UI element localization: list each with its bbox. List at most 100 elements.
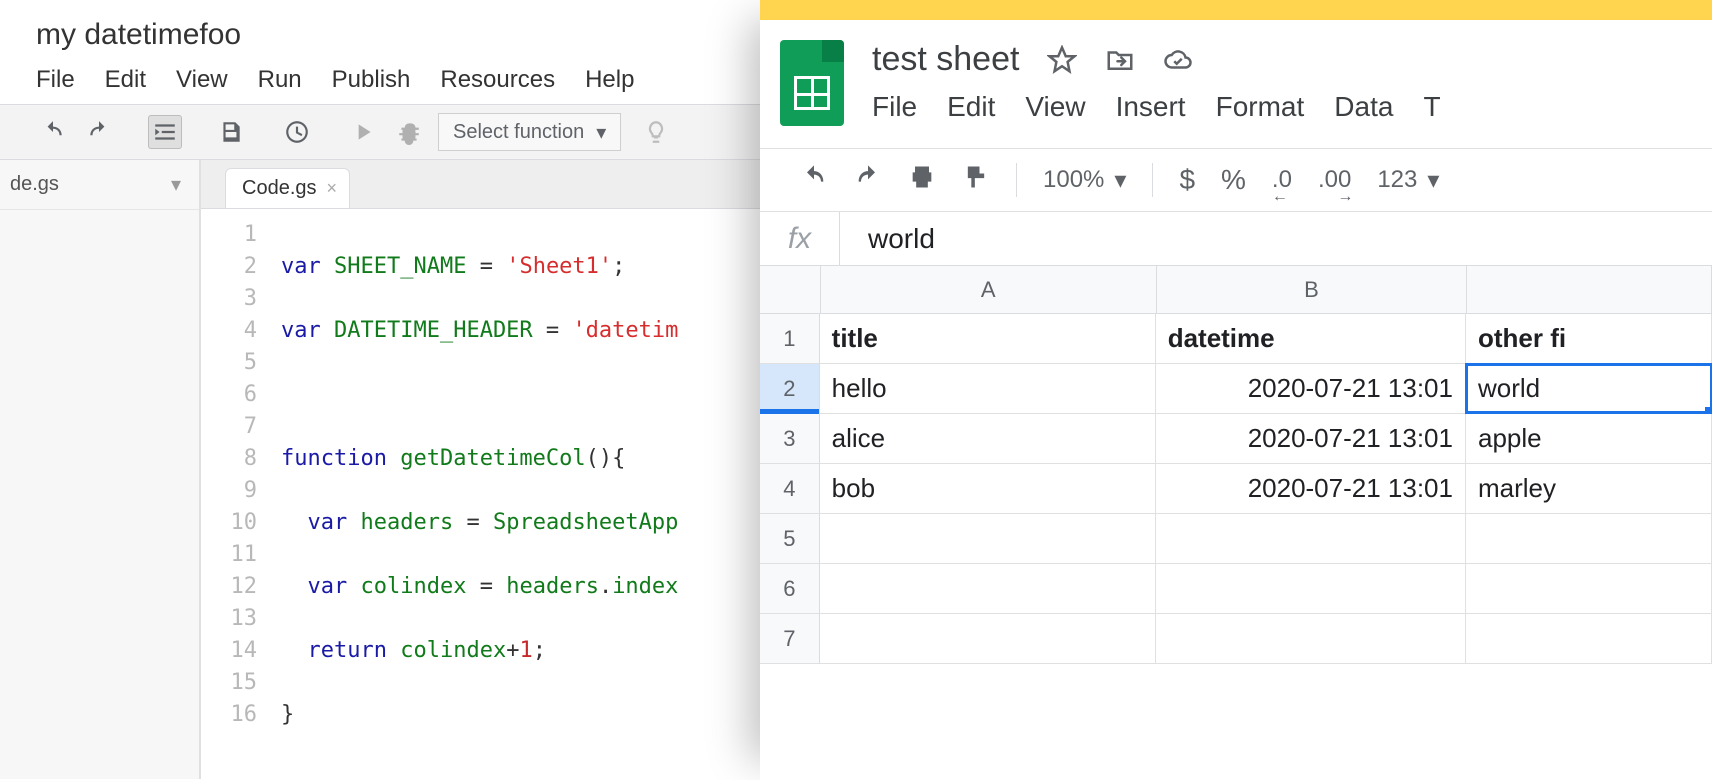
undo-icon[interactable] (800, 163, 828, 198)
save-icon[interactable] (214, 115, 248, 149)
menu-resources[interactable]: Resources (440, 66, 555, 94)
browser-infobar (760, 0, 1712, 20)
chevron-down-icon: ▾ (1427, 166, 1439, 195)
cell[interactable] (1466, 514, 1712, 563)
sheet-menu-edit[interactable]: Edit (947, 91, 995, 123)
cell[interactable]: apple (1466, 414, 1712, 463)
grid-row: 6 (760, 564, 1712, 614)
move-folder-icon[interactable] (1105, 45, 1135, 75)
sheet-menu-view[interactable]: View (1025, 91, 1085, 123)
editor-menubar: File Edit View Run Publish Resources Hel… (0, 66, 760, 104)
cell[interactable]: 2020-07-21 13:01 (1156, 364, 1466, 413)
file-item[interactable]: de.gs ▾ (0, 160, 199, 210)
sheets-logo-icon[interactable] (780, 40, 844, 126)
format-more-button[interactable]: 123 ▾ (1377, 166, 1439, 195)
code-tab-label: Code.gs (242, 177, 317, 200)
project-title[interactable]: my datetimefoo (0, 0, 760, 66)
sheet-menu-format[interactable]: Format (1216, 91, 1305, 123)
zoom-select[interactable]: 100% ▾ (1043, 166, 1126, 195)
editor-toolbar: Select function ▾ (0, 104, 760, 160)
grid-row: 1 title datetime other fi (760, 314, 1712, 364)
increase-decimal-button[interactable]: .00→ (1318, 166, 1351, 194)
menu-publish[interactable]: Publish (332, 66, 411, 94)
function-select[interactable]: Select function ▾ (438, 113, 621, 151)
grid-row: 5 (760, 514, 1712, 564)
row-header[interactable]: 5 (760, 514, 820, 563)
cell[interactable]: 2020-07-21 13:01 (1156, 464, 1466, 513)
cell[interactable] (820, 514, 1156, 563)
menu-run[interactable]: Run (258, 66, 302, 94)
indent-icon[interactable] (148, 115, 182, 149)
cell[interactable] (1156, 564, 1466, 613)
grid-row: 4 bob 2020-07-21 13:01 marley (760, 464, 1712, 514)
menu-help[interactable]: Help (585, 66, 634, 94)
cell[interactable]: bob (820, 464, 1156, 513)
trigger-clock-icon[interactable] (280, 115, 314, 149)
sheet-menu-data[interactable]: Data (1334, 91, 1393, 123)
cell[interactable]: title (820, 314, 1156, 363)
code-text[interactable]: var SHEET_NAME = 'Sheet1'; var DATETIME_… (271, 219, 760, 779)
debug-icon[interactable] (392, 115, 426, 149)
star-icon[interactable] (1047, 45, 1077, 75)
cell[interactable]: 2020-07-21 13:01 (1156, 414, 1466, 463)
col-header-a[interactable]: A (821, 266, 1157, 313)
format-currency-button[interactable]: $ (1179, 164, 1195, 196)
sheet-menu-insert[interactable]: Insert (1116, 91, 1186, 123)
grid-row: 3 alice 2020-07-21 13:01 apple (760, 414, 1712, 464)
chevron-down-icon: ▾ (596, 120, 606, 145)
cell[interactable]: hello (820, 364, 1156, 413)
formula-input[interactable]: world (840, 223, 935, 255)
chevron-down-icon: ▾ (1114, 166, 1126, 195)
undo-icon[interactable] (36, 115, 70, 149)
redo-icon[interactable] (854, 163, 882, 198)
cell[interactable]: datetime (1156, 314, 1466, 363)
row-header[interactable]: 1 (760, 314, 820, 363)
cell[interactable]: alice (820, 414, 1156, 463)
run-icon[interactable] (346, 115, 380, 149)
paint-format-icon[interactable] (962, 163, 990, 198)
sheet-menu-more[interactable]: T (1423, 91, 1440, 123)
cloud-saved-icon[interactable] (1163, 45, 1193, 75)
row-header[interactable]: 2 (760, 364, 820, 413)
decrease-decimal-button[interactable]: .0← (1272, 166, 1292, 194)
row-header[interactable]: 6 (760, 564, 820, 613)
formula-bar: fx world (760, 212, 1712, 266)
menu-file[interactable]: File (36, 66, 75, 94)
sheet-toolbar: 100% ▾ $ % .0← .00→ 123 ▾ (760, 148, 1712, 212)
close-icon[interactable]: × (327, 178, 338, 199)
spreadsheet-grid[interactable]: A B 1 title datetime other fi 2 hello 20… (760, 266, 1712, 664)
row-header[interactable]: 7 (760, 614, 820, 663)
active-cell[interactable]: world (1466, 364, 1712, 413)
spreadsheet-title[interactable]: test sheet (872, 40, 1019, 79)
col-header-c[interactable] (1467, 266, 1712, 313)
column-headers: A B (760, 266, 1712, 314)
menu-edit[interactable]: Edit (105, 66, 146, 94)
editor-body: de.gs ▾ Code.gs × 1234567891011121314151… (0, 160, 760, 779)
line-gutter: 12345678910111213141516 (201, 219, 271, 779)
cell[interactable] (820, 614, 1156, 663)
cell[interactable] (1156, 614, 1466, 663)
col-header-b[interactable]: B (1157, 266, 1467, 313)
code-tab[interactable]: Code.gs × (225, 168, 350, 208)
print-icon[interactable] (908, 163, 936, 198)
format-percent-button[interactable]: % (1221, 164, 1246, 196)
sheet-menu-file[interactable]: File (872, 91, 917, 123)
cell[interactable] (1466, 564, 1712, 613)
menu-view[interactable]: View (176, 66, 228, 94)
cell[interactable] (1156, 514, 1466, 563)
zoom-label: 100% (1043, 166, 1104, 194)
cell[interactable] (820, 564, 1156, 613)
fx-icon: fx (760, 212, 840, 265)
redo-icon[interactable] (82, 115, 116, 149)
file-pane: de.gs ▾ (0, 160, 200, 779)
code-editor[interactable]: 12345678910111213141516 var SHEET_NAME =… (201, 209, 760, 779)
cell[interactable] (1466, 614, 1712, 663)
cell[interactable]: other fi (1466, 314, 1712, 363)
row-header[interactable]: 3 (760, 414, 820, 463)
lightbulb-icon[interactable] (639, 115, 673, 149)
select-all-corner[interactable] (760, 266, 821, 313)
cell[interactable]: marley (1466, 464, 1712, 513)
row-header[interactable]: 4 (760, 464, 820, 513)
grid-row: 2 hello 2020-07-21 13:01 world (760, 364, 1712, 414)
editor-tabbar: Code.gs × (201, 160, 760, 209)
